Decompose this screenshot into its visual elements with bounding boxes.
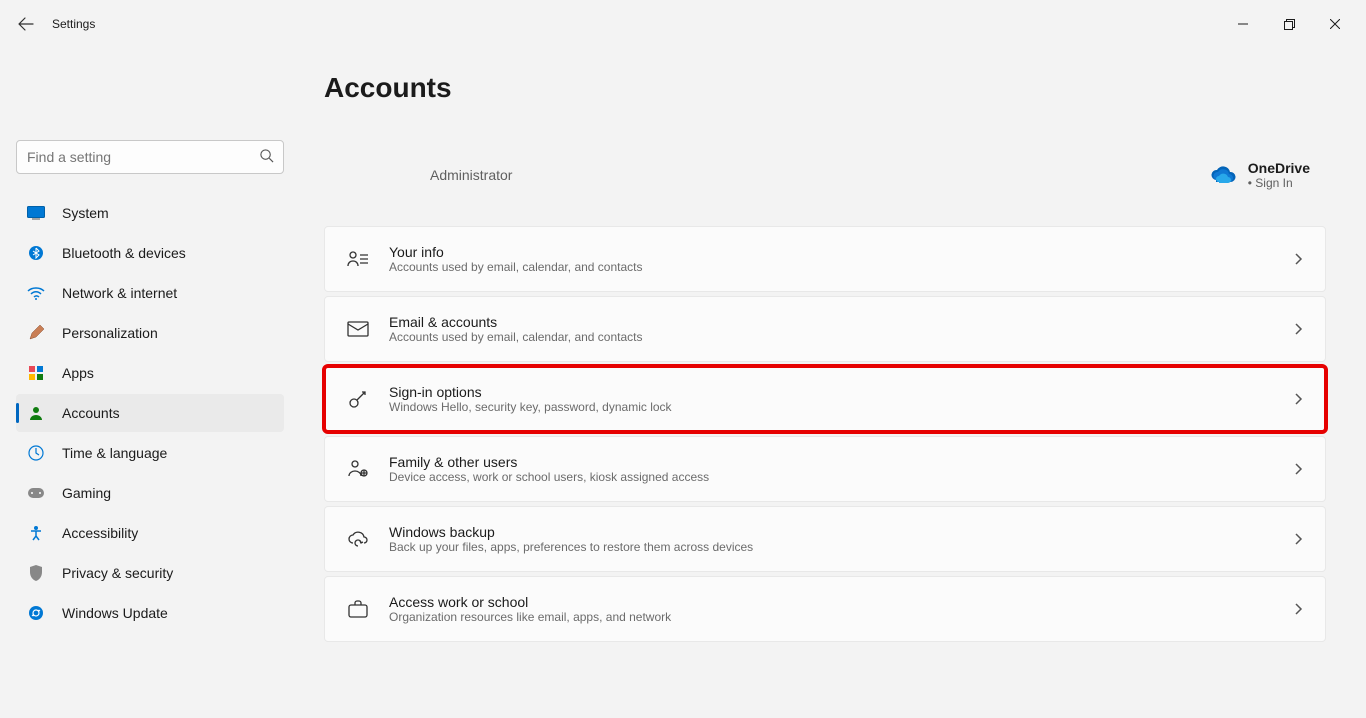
nav-label: Bluetooth & devices bbox=[62, 245, 186, 261]
wifi-icon bbox=[26, 283, 46, 303]
back-button[interactable] bbox=[8, 6, 44, 42]
card-title: Email & accounts bbox=[389, 314, 642, 330]
maximize-icon bbox=[1284, 19, 1295, 30]
search-input[interactable] bbox=[16, 140, 284, 174]
main-content: Accounts Administrator OneDrive Sign In … bbox=[300, 48, 1366, 718]
nav-item-gaming[interactable]: Gaming bbox=[16, 474, 284, 512]
card-subtitle: Back up your files, apps, preferences to… bbox=[389, 540, 753, 554]
briefcase-icon bbox=[347, 598, 369, 620]
person-icon bbox=[26, 403, 46, 423]
nav: System Bluetooth & devices Network & int… bbox=[16, 194, 284, 632]
apps-icon bbox=[26, 363, 46, 383]
nav-label: Privacy & security bbox=[62, 565, 173, 581]
key-icon bbox=[347, 388, 369, 410]
settings-cards: Your infoAccounts used by email, calenda… bbox=[324, 226, 1326, 642]
window-controls bbox=[1220, 8, 1358, 40]
accessibility-icon bbox=[26, 523, 46, 543]
card-windows-backup[interactable]: Windows backupBack up your files, apps, … bbox=[324, 506, 1326, 572]
card-subtitle: Accounts used by email, calendar, and co… bbox=[389, 260, 642, 274]
nav-label: Accounts bbox=[62, 405, 120, 421]
arrow-left-icon bbox=[18, 16, 34, 32]
card-subtitle: Windows Hello, security key, password, d… bbox=[389, 400, 672, 414]
update-icon bbox=[26, 603, 46, 623]
brush-icon bbox=[26, 323, 46, 343]
your-info-icon bbox=[347, 248, 369, 270]
nav-label: Accessibility bbox=[62, 525, 138, 541]
card-your-info[interactable]: Your infoAccounts used by email, calenda… bbox=[324, 226, 1326, 292]
shield-icon bbox=[26, 563, 46, 583]
nav-item-network[interactable]: Network & internet bbox=[16, 274, 284, 312]
onedrive-icon bbox=[1210, 166, 1236, 184]
nav-item-bluetooth[interactable]: Bluetooth & devices bbox=[16, 234, 284, 272]
card-work-school[interactable]: Access work or schoolOrganization resour… bbox=[324, 576, 1326, 642]
nav-item-system[interactable]: System bbox=[16, 194, 284, 232]
card-title: Sign-in options bbox=[389, 384, 672, 400]
nav-item-personalization[interactable]: Personalization bbox=[16, 314, 284, 352]
card-email-accounts[interactable]: Email & accountsAccounts used by email, … bbox=[324, 296, 1326, 362]
nav-label: Personalization bbox=[62, 325, 158, 341]
onedrive-status: Sign In bbox=[1248, 176, 1310, 190]
nav-label: Windows Update bbox=[62, 605, 168, 621]
account-header: Administrator OneDrive Sign In bbox=[324, 160, 1326, 190]
chevron-right-icon bbox=[1295, 253, 1303, 265]
minimize-button[interactable] bbox=[1220, 8, 1266, 40]
card-title: Your info bbox=[389, 244, 642, 260]
nav-label: Apps bbox=[62, 365, 94, 381]
globe-clock-icon bbox=[26, 443, 46, 463]
card-title: Access work or school bbox=[389, 594, 671, 610]
card-subtitle: Organization resources like email, apps,… bbox=[389, 610, 671, 624]
titlebar: Settings bbox=[0, 0, 1366, 48]
maximize-button[interactable] bbox=[1266, 8, 1312, 40]
card-sign-in-options[interactable]: Sign-in optionsWindows Hello, security k… bbox=[324, 366, 1326, 432]
card-subtitle: Device access, work or school users, kio… bbox=[389, 470, 709, 484]
onedrive-tile[interactable]: OneDrive Sign In bbox=[1210, 160, 1310, 190]
sidebar: System Bluetooth & devices Network & int… bbox=[0, 48, 300, 718]
search-icon bbox=[259, 148, 274, 163]
backup-icon bbox=[347, 528, 369, 550]
card-subtitle: Accounts used by email, calendar, and co… bbox=[389, 330, 642, 344]
nav-item-accessibility[interactable]: Accessibility bbox=[16, 514, 284, 552]
chevron-right-icon bbox=[1295, 533, 1303, 545]
nav-label: System bbox=[62, 205, 109, 221]
nav-label: Network & internet bbox=[62, 285, 177, 301]
nav-item-privacy[interactable]: Privacy & security bbox=[16, 554, 284, 592]
chevron-right-icon bbox=[1295, 603, 1303, 615]
page-title: Accounts bbox=[324, 72, 1326, 104]
chevron-right-icon bbox=[1295, 463, 1303, 475]
chevron-right-icon bbox=[1295, 393, 1303, 405]
close-button[interactable] bbox=[1312, 8, 1358, 40]
close-icon bbox=[1330, 19, 1340, 29]
onedrive-title: OneDrive bbox=[1248, 160, 1310, 176]
bluetooth-icon bbox=[26, 243, 46, 263]
chevron-right-icon bbox=[1295, 323, 1303, 335]
system-icon bbox=[26, 203, 46, 223]
window-title: Settings bbox=[52, 17, 95, 31]
card-title: Family & other users bbox=[389, 454, 709, 470]
nav-label: Time & language bbox=[62, 445, 167, 461]
card-family-users[interactable]: Family & other usersDevice access, work … bbox=[324, 436, 1326, 502]
family-icon bbox=[347, 458, 369, 480]
card-title: Windows backup bbox=[389, 524, 753, 540]
minimize-icon bbox=[1238, 19, 1248, 29]
nav-item-time[interactable]: Time & language bbox=[16, 434, 284, 472]
nav-label: Gaming bbox=[62, 485, 111, 501]
nav-item-accounts[interactable]: Accounts bbox=[16, 394, 284, 432]
nav-item-update[interactable]: Windows Update bbox=[16, 594, 284, 632]
account-role: Administrator bbox=[430, 167, 512, 183]
gamepad-icon bbox=[26, 483, 46, 503]
mail-icon bbox=[347, 318, 369, 340]
nav-item-apps[interactable]: Apps bbox=[16, 354, 284, 392]
